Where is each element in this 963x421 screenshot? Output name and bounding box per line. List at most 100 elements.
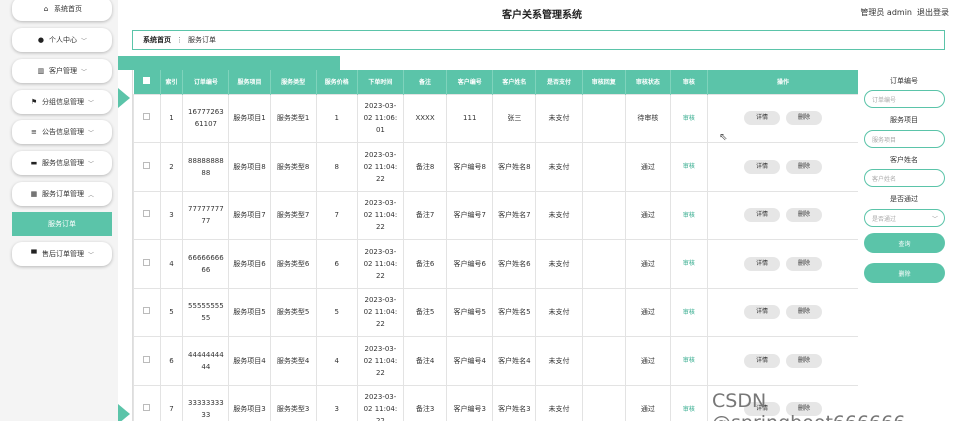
cell-order-time: 2023-03- 02 11:04: 22 [356,336,405,386]
order-no-label: 订单编号 [890,77,918,85]
chevron-down-icon: ﹀ [931,215,938,223]
chevron-down-icon: ﹀ [80,68,87,76]
detail-button[interactable]: 详情 [743,305,780,320]
breadcrumb-home[interactable]: 系统首页 [143,35,171,45]
item-input[interactable]: 服务项目 [864,130,945,148]
detail-button[interactable]: 详情 [743,353,780,368]
cell-order-time: 2023-03- 02 11:04: 22 [356,142,405,192]
detail-button[interactable]: 详情 [743,208,780,223]
chevron-up-icon: ︿ [87,191,94,199]
row-checkbox[interactable] [143,307,151,315]
sidebar-subitem-service-order[interactable]: 服务订单 [12,212,112,236]
column-header: 审核状态 [625,70,671,94]
delete-button[interactable]: 删除 [785,111,822,126]
sidebar-item-personal-center[interactable]: ● 个人中心 ﹀ [12,28,112,52]
review-link[interactable]: 审核 [683,115,695,122]
detail-button[interactable]: 详情 [743,111,780,126]
row-select-cell[interactable] [133,142,161,192]
cell-customer-no: 客户编号3 [446,384,494,421]
breadcrumb: 系统首页 ⋮ 服务订单 [132,30,945,50]
sidebar-item-service-order[interactable]: ▦ 服务订单管理 ︿ [12,182,112,206]
delete-button[interactable]: 删除 [785,159,822,174]
paid-select[interactable]: 是否通过 ﹀ [864,209,945,227]
breadcrumb-current: 服务订单 [188,36,216,44]
cell-index: 4 [159,239,184,289]
batch-delete-button[interactable]: 删除 [864,263,945,283]
cell-order-time: 2023-03- 02 11:04: 22 [356,239,405,289]
review-link[interactable]: 审核 [683,163,695,170]
order-no-input[interactable]: 订单编号 [864,90,945,108]
cell-note: 备注4 [402,336,448,386]
sidebar-item-label: 系统首页 [54,5,82,13]
sidebar-item-service-info[interactable]: ▬ 服务信息管理 ﹀ [12,151,112,175]
time-line: 02 11:04: [363,211,398,220]
cell-review-reply [581,239,626,289]
chevron-down-icon: ﹀ [87,99,94,107]
sidebar-item-group-info[interactable]: ⚑ 分组信息管理 ﹀ [12,90,112,114]
row-checkbox[interactable] [143,210,151,218]
cell-price: 8 [315,142,358,192]
time-line: 01 [375,126,385,135]
cell-service-item: 服务项目6 [228,239,271,289]
row-select-cell[interactable] [133,384,161,421]
select-all-checkbox[interactable] [143,77,151,85]
detail-button[interactable]: 详情 [743,159,780,174]
order-table-container[interactable]: 索引 订单编号 服务项目 服务类型 服务价格 下单时间 备注 客户编号 客户姓名… [132,70,858,421]
delete-button[interactable]: 删除 [785,208,822,223]
order-no-line: 88 [201,168,211,177]
row-checkbox[interactable] [143,113,151,121]
row-checkbox[interactable] [143,355,151,363]
cell-review-status: 通过 [624,142,671,192]
row-select-cell[interactable] [133,190,161,240]
table-header-row: 索引 订单编号 服务项目 服务类型 服务价格 下单时间 备注 客户编号 客户姓名… [133,70,858,94]
query-button[interactable]: 查询 [864,233,945,253]
cell-review-status: 通过 [624,190,671,240]
sidebar-item-after-sales[interactable]: ▀ 售后订单管理 ﹀ [12,242,112,266]
time-line: 22 [375,320,385,329]
chevron-down-icon: ﹀ [87,251,94,259]
order-no-line: 66 [201,265,211,274]
cell-actions: 详情 删除 [706,239,858,289]
sidebar-item-notice-info[interactable]: ≡ 公告信息管理 ﹀ [12,120,112,144]
order-no-line: 55555555 [188,302,224,311]
cell-paid: 未支付 [535,190,583,240]
review-link[interactable]: 审核 [683,357,695,364]
cell-service-type: 服务类型8 [269,142,317,192]
cell-note: 备注6 [402,239,448,289]
logout-link[interactable]: 退出登录 [917,8,949,17]
sidebar-item-label: 分组信息管理 [41,98,84,106]
column-header: 是否支付 [535,70,583,94]
cell-review: 审核 [669,384,708,421]
row-select-cell[interactable] [133,93,161,143]
row-checkbox[interactable] [143,258,151,266]
sidebar-item-home[interactable]: ⌂ 系统首页 [12,0,112,21]
row-checkbox[interactable] [143,161,151,169]
row-checkbox[interactable] [143,404,151,412]
delete-button[interactable]: 删除 [785,305,822,320]
review-link[interactable]: 审核 [683,406,695,413]
row-select-cell[interactable] [133,336,161,386]
cell-review-status: 通过 [624,287,671,337]
delete-button[interactable]: 删除 [785,256,822,271]
cust-name-placeholder: 客户姓名 [872,175,897,183]
column-header: 索引 [160,70,184,94]
delete-button[interactable]: 删除 [785,353,822,368]
cust-name-label: 客户姓名 [890,156,918,164]
review-link[interactable]: 审核 [683,212,695,219]
detail-button[interactable]: 详情 [743,256,780,271]
column-header: 客户姓名 [492,70,537,94]
cell-service-type: 服务类型7 [269,190,317,240]
review-link[interactable]: 审核 [683,309,695,316]
select-all-header[interactable] [133,70,161,94]
cell-service-item: 服务项目5 [228,287,271,337]
cell-customer-name: 客户姓名7 [492,190,537,240]
cell-review-status: 通过 [624,239,671,289]
table-row: 1 16777263 61107 服务项目1 服务类型1 1 2023-03- 02 11:0… [133,93,858,143]
sidebar-item-label: 售后订单管理 [41,250,84,258]
row-select-cell[interactable] [133,287,161,337]
sidebar-item-customer[interactable]: ▥ 客户管理 ﹀ [12,59,112,83]
review-link[interactable]: 审核 [683,260,695,267]
cust-name-input[interactable]: 客户姓名 [864,169,945,187]
column-header: 审核回复 [582,70,626,94]
row-select-cell[interactable] [133,239,161,289]
